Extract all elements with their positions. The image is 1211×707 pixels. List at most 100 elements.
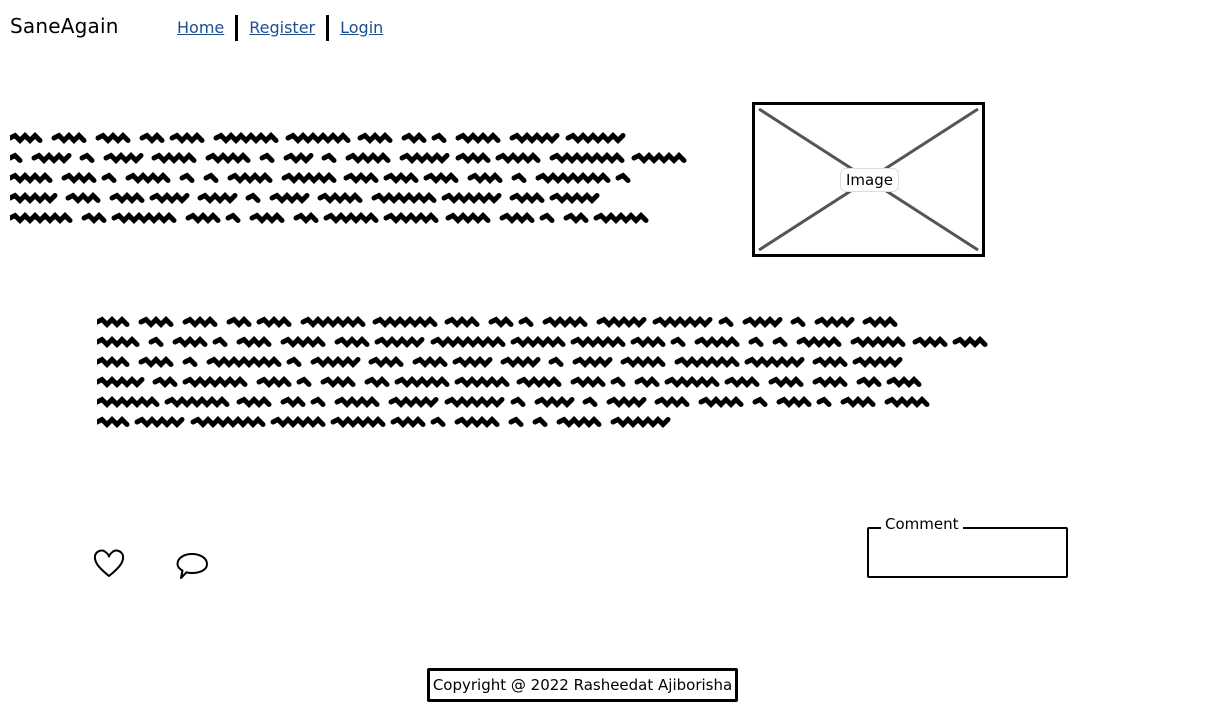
scribble-word	[182, 315, 218, 329]
scribble-word	[742, 315, 783, 329]
scribble-word	[152, 375, 178, 389]
scribble-word	[652, 315, 713, 329]
scribble-word	[259, 152, 275, 163]
scribble-word	[281, 171, 337, 185]
scribble-word	[310, 396, 326, 407]
scribble-word	[293, 211, 319, 225]
scribble-word	[455, 151, 491, 165]
scribble-word	[582, 396, 598, 407]
scribble-word	[495, 151, 541, 165]
scribble-word	[856, 375, 882, 389]
scribble-word	[97, 395, 160, 409]
scribble-word	[534, 395, 575, 409]
scribble-word	[664, 375, 720, 389]
scribble-word	[321, 152, 337, 163]
scribble-word	[570, 375, 606, 389]
comment-field-label: Comment	[881, 515, 963, 533]
scribble-word	[10, 171, 53, 185]
scribble-word	[718, 316, 734, 327]
scribble-word	[570, 335, 626, 349]
scribble-word	[270, 415, 326, 429]
scribble-word	[430, 335, 506, 349]
scribble-word	[814, 315, 855, 329]
scribble-word	[394, 375, 450, 389]
scribble-word	[138, 355, 174, 369]
scribble-word	[285, 131, 351, 145]
scribble-word	[61, 171, 97, 185]
scribble-word	[412, 355, 448, 369]
scribble-word	[441, 191, 502, 205]
scribble-word	[563, 211, 589, 225]
scribble-word	[65, 191, 101, 205]
nav-register-link[interactable]: Register	[249, 18, 315, 37]
nav-divider	[235, 15, 239, 41]
scribble-word	[388, 395, 439, 409]
scribble-word	[125, 171, 171, 185]
scribble-word	[368, 355, 404, 369]
scribble-word	[510, 396, 526, 407]
scribble-word	[654, 395, 690, 409]
scribble-word	[556, 415, 602, 429]
nav-home-link[interactable]: Home	[177, 18, 224, 37]
scribble-word	[182, 356, 198, 367]
heart-icon[interactable]	[93, 548, 125, 582]
scribble-word	[334, 395, 380, 409]
scribble-word	[212, 336, 228, 347]
scribble-word	[256, 375, 292, 389]
scribble-word	[10, 211, 73, 225]
scribble-word	[445, 211, 491, 225]
scribble-word	[206, 355, 282, 369]
scribble-word	[213, 131, 279, 145]
comment-input[interactable]	[867, 527, 1068, 578]
scribble-word	[383, 211, 439, 225]
scribble-word	[111, 211, 177, 225]
scribble-word	[372, 315, 438, 329]
scribble-word	[79, 152, 95, 163]
scribble-word	[499, 211, 535, 225]
scribble-word	[97, 335, 140, 349]
scribble-word	[179, 172, 195, 183]
scribble-word	[790, 316, 806, 327]
scribble-word	[593, 211, 649, 225]
placeholder-paragraph-body	[97, 314, 1057, 434]
scribble-word	[508, 416, 524, 427]
scribble-word	[862, 315, 898, 329]
scribble-word	[444, 395, 505, 409]
scribble-word	[670, 336, 686, 347]
scribble-word	[172, 335, 208, 349]
footer-copyright: Copyright @ 2022 Rasheedat Ajiborisha	[427, 668, 738, 702]
scribble-word	[280, 395, 306, 409]
scribble-word	[840, 395, 876, 409]
scribble-word	[371, 191, 437, 205]
scribble-word	[752, 396, 768, 407]
brand-logo[interactable]: SaneAgain	[10, 14, 119, 38]
scribble-word	[549, 151, 625, 165]
scribble-word	[10, 191, 58, 205]
scribble-word	[796, 335, 842, 349]
scribble-word	[10, 152, 23, 163]
scribble-word	[850, 335, 906, 349]
scribble-word	[149, 191, 190, 205]
scribble-word	[572, 355, 613, 369]
scribble-word	[620, 355, 666, 369]
scribble-word	[509, 191, 545, 205]
speech-bubble-icon[interactable]	[176, 551, 209, 585]
scribble-word	[134, 415, 185, 429]
scribble-word	[286, 356, 302, 367]
scribble-word	[488, 315, 514, 329]
scribble-word	[97, 315, 130, 329]
scribble-word	[343, 171, 379, 185]
scribble-word	[227, 171, 273, 185]
scribble-word	[169, 131, 205, 145]
scribble-word	[185, 211, 221, 225]
nav-login-link[interactable]: Login	[340, 18, 383, 37]
scribble-word	[548, 356, 564, 367]
scribble-word	[674, 355, 740, 369]
scribble-word	[225, 212, 241, 223]
scribble-word	[454, 415, 500, 429]
scribble-word	[634, 375, 660, 389]
scribble-word	[884, 395, 930, 409]
scribble-word	[886, 375, 922, 389]
scribble-word	[431, 132, 447, 143]
scribble-word	[97, 415, 130, 429]
